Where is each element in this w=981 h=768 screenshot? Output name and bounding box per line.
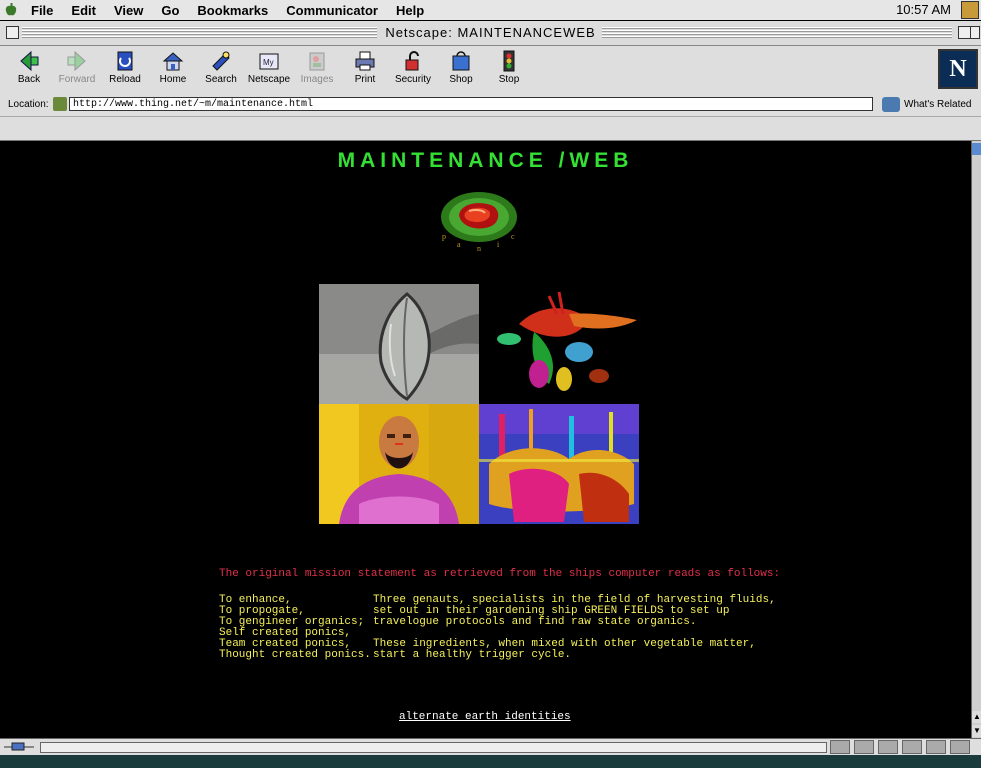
vertical-scrollbar[interactable]: ▲ ▼	[971, 141, 981, 738]
whats-related-button[interactable]: What's Related	[882, 97, 981, 113]
status-bar	[0, 738, 981, 755]
personal-toolbar	[0, 117, 981, 141]
mission-statement-intro: The original mission statement as retrie…	[219, 568, 781, 580]
shop-label: Shop	[449, 74, 473, 85]
reload-button[interactable]: Reload	[101, 50, 149, 85]
forward-label: Forward	[58, 74, 96, 85]
seed-pod-image	[319, 284, 479, 404]
netscape-logo[interactable]: N	[938, 49, 978, 89]
navigation-toolbar: Back Forward Reload Home Search My Netsc…	[0, 46, 981, 95]
desktop-background	[0, 755, 981, 768]
collapse-box-icon[interactable]	[970, 26, 980, 39]
application-menu-icon[interactable]	[961, 1, 979, 19]
stop-icon	[503, 50, 515, 72]
print-icon	[355, 51, 375, 71]
security-lock-icon	[405, 51, 419, 71]
location-bar: Location: http://www.thing.net/~m/mainte…	[0, 94, 981, 117]
panic-letter-a: a	[457, 240, 461, 249]
location-label: Location:	[8, 99, 49, 110]
security-button[interactable]: Security	[389, 50, 437, 85]
home-button[interactable]: Home	[149, 50, 197, 85]
reload-icon	[117, 51, 133, 71]
print-label: Print	[354, 74, 376, 85]
stop-button[interactable]: Stop	[485, 50, 533, 85]
psychedelic-insect-image	[479, 284, 639, 404]
my-netscape-button[interactable]: My Netscape	[245, 50, 293, 85]
panic-letter-i: i	[497, 240, 500, 249]
connection-status-icon	[4, 742, 34, 751]
search-icon	[212, 51, 230, 71]
menu-clock[interactable]: 10:57 AM	[896, 2, 951, 17]
print-button[interactable]: Print	[341, 50, 389, 85]
menu-go[interactable]: Go	[152, 3, 188, 18]
panic-logo: p a n i c	[441, 192, 517, 253]
whats-related-icon	[882, 97, 900, 112]
glitched-figure-image	[479, 404, 639, 524]
back-button[interactable]: Back	[5, 50, 53, 85]
shop-icon	[452, 51, 470, 71]
security-status-icon[interactable]	[830, 740, 850, 754]
images-button[interactable]: Images	[293, 50, 341, 85]
scroll-down-arrow-icon[interactable]: ▼	[972, 725, 981, 737]
menu-communicator[interactable]: Communicator	[277, 3, 387, 18]
panic-letter-p: p	[442, 232, 446, 241]
panic-letter-n: n	[477, 244, 481, 253]
search-label: Search	[205, 74, 237, 85]
stop-label: Stop	[498, 74, 520, 85]
component-bar	[830, 740, 970, 754]
navigator-component-icon[interactable]	[854, 740, 874, 754]
mission-left-line: Thought created ponics.	[219, 649, 371, 661]
page-content: MAINTENANCE /WEB p a n i c The original …	[0, 141, 971, 738]
reload-label: Reload	[109, 74, 141, 85]
alternate-earth-identities-link[interactable]: alternate earth identities	[399, 711, 571, 723]
page-heading: MAINTENANCE /WEB	[337, 149, 634, 172]
window-title: Netscape: MAINTENANCEWEB	[0, 25, 981, 40]
panic-letter-c: c	[511, 232, 515, 241]
mission-left-column: To enhance, To propogate, To gengineer o…	[219, 595, 371, 661]
apple-menu-icon[interactable]	[0, 0, 22, 20]
scroll-thumb[interactable]	[972, 143, 981, 155]
svg-text:My: My	[263, 58, 274, 67]
composer-component-icon[interactable]	[926, 740, 946, 754]
back-label: Back	[17, 74, 41, 85]
page-proxy-icon[interactable]	[53, 97, 67, 111]
menu-view[interactable]: View	[105, 3, 152, 18]
edit-page-icon[interactable]	[950, 740, 970, 754]
scroll-up-arrow-icon[interactable]: ▲	[972, 711, 981, 723]
mission-right-line: travelogue protocols and find raw state …	[373, 616, 697, 628]
menu-edit[interactable]: Edit	[62, 3, 105, 18]
whats-related-label: What's Related	[904, 99, 972, 110]
menu-help[interactable]: Help	[387, 3, 433, 18]
image-mosaic	[319, 284, 639, 524]
bearded-man-portrait-image	[319, 404, 479, 524]
forward-button[interactable]: Forward	[53, 50, 101, 85]
menu-file[interactable]: File	[22, 3, 62, 18]
discussions-component-icon[interactable]	[902, 740, 922, 754]
back-arrow-icon	[20, 50, 39, 72]
home-icon	[162, 52, 184, 71]
images-label: Images	[300, 74, 334, 85]
window-title-bar[interactable]: Netscape: MAINTENANCEWEB	[0, 21, 981, 46]
mission-right-column: Three genauts, specialists in the field …	[373, 595, 776, 661]
progress-bar	[40, 742, 827, 753]
security-label: Security	[394, 74, 432, 85]
forward-arrow-icon	[67, 50, 86, 72]
mission-right-line: start a healthy trigger cycle.	[373, 649, 572, 661]
my-netscape-label: Netscape	[247, 74, 291, 85]
shop-button[interactable]: Shop	[437, 50, 485, 85]
search-button[interactable]: Search	[197, 50, 245, 85]
mail-component-icon[interactable]	[878, 740, 898, 754]
menu-bar: File Edit View Go Bookmarks Communicator…	[0, 0, 981, 21]
home-label: Home	[159, 74, 187, 85]
images-icon	[309, 52, 325, 71]
location-url-field[interactable]: http://www.thing.net/~m/maintenance.html	[69, 97, 873, 111]
my-netscape-icon: My	[259, 53, 279, 70]
menu-bookmarks[interactable]: Bookmarks	[188, 3, 277, 18]
